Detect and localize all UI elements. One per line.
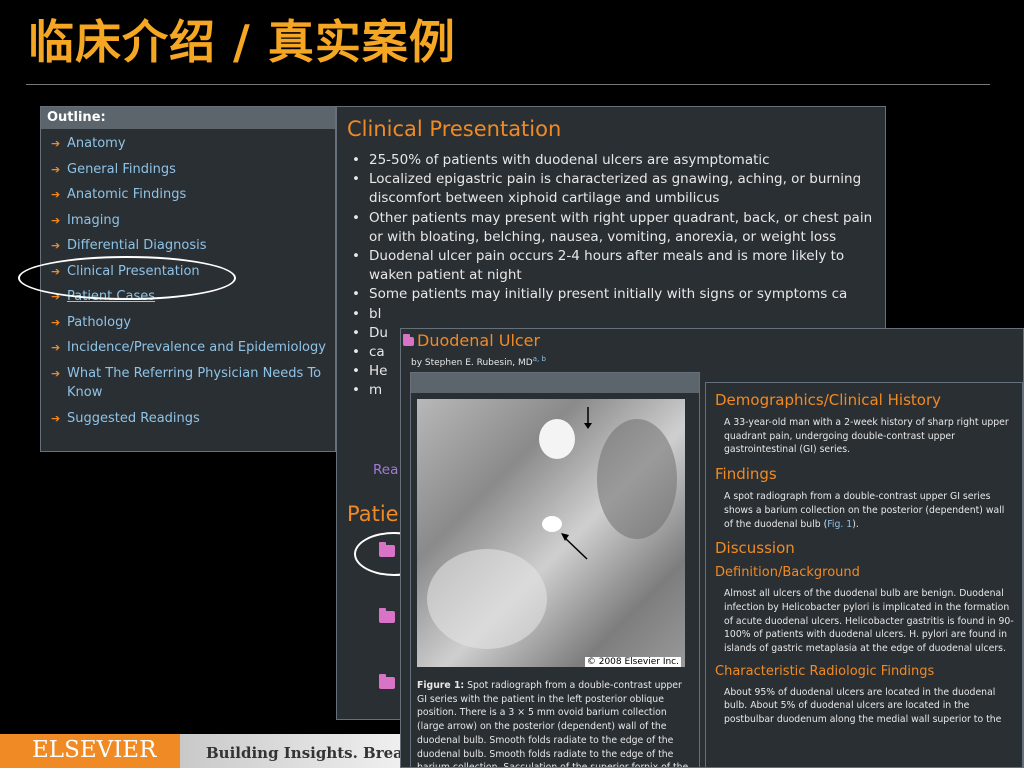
content-heading: Clinical Presentation [347, 117, 562, 141]
arrow-icon: ➔ [51, 315, 61, 329]
findings-text: A spot radiograph from a double-contrast… [724, 491, 1005, 530]
case-panel: Duodenal Ulcer by Stephen E. Rubesin, MD… [400, 328, 1024, 768]
folder-icon[interactable] [379, 674, 395, 689]
outline-item-pathology[interactable]: ➔ Pathology [47, 313, 329, 333]
case-info-panel: Demographics/Clinical History A 33-year-… [705, 382, 1023, 767]
discussion-heading: Discussion [715, 539, 795, 558]
outline-item-general-findings[interactable]: ➔ General Findings [47, 160, 329, 180]
bullet-item: Localized epigastric pain is characteriz… [352, 170, 875, 208]
arrow-icon: ➔ [51, 213, 61, 227]
image-copyright: © 2008 Elsevier Inc. [584, 657, 681, 667]
bullet-item: Duodenal ulcer pain occurs 2-4 hours aft… [352, 247, 875, 285]
outline-item-incidence[interactable]: ➔ Incidence/Prevalence and Epidemiology [47, 338, 329, 358]
arrow-icon: ➔ [51, 366, 61, 380]
outline-item-suggested-readings[interactable]: ➔ Suggested Readings [47, 409, 329, 429]
outline-item-referring-physician[interactable]: ➔ What The Referring Physician Needs To K… [47, 364, 329, 403]
footer-tagline: Building Insights. Breaking E [180, 734, 400, 768]
case-byline: by Stephen E. Rubesin, MDa, b [411, 355, 546, 368]
patient-cases-heading: Patie [347, 502, 399, 526]
folder-icon [403, 334, 414, 346]
arrow-icon: ➔ [51, 411, 61, 425]
bullet-item: Other patients may present with right up… [352, 209, 875, 247]
outline-item-differential-diagnosis[interactable]: ➔ Differential Diagnosis [47, 236, 329, 256]
outline-heading: Outline: [41, 107, 335, 129]
elsevier-logo: ELSEVIER [0, 734, 180, 768]
read-more-link[interactable]: Rea [373, 462, 398, 478]
affiliation-marks[interactable]: a, b [533, 355, 546, 363]
bullet-item: Some patients may initially present init… [352, 285, 875, 304]
findings-heading: Findings [715, 465, 777, 484]
arrow-icon: ➔ [51, 239, 61, 252]
folder-icon[interactable] [379, 608, 395, 623]
figure-toolbar [411, 373, 699, 393]
bullet-item-continued: bl [352, 305, 875, 324]
demographics-text: A 33-year-old man with a 2-week history … [724, 417, 1009, 456]
definition-text: Almost all ulcers of the duodenal bulb a… [724, 588, 1014, 655]
slide-title: 临床介绍 / 真实案例 [28, 15, 456, 69]
figure-label: Figure 1: [417, 680, 465, 691]
demographics-heading: Demographics/Clinical History [715, 391, 941, 409]
figure-caption: Figure 1: Spot radiograph from a double-… [417, 680, 689, 768]
radiograph-image[interactable]: © 2008 Elsevier Inc. [417, 399, 685, 667]
radiologic-heading: Characteristic Radiologic Findings [715, 663, 935, 679]
arrow-icon: ➔ [51, 137, 61, 150]
definition-heading: Definition/Background [715, 565, 860, 581]
outline-item-anatomy[interactable]: ➔ Anatomy [47, 134, 329, 154]
arrow-icon: ➔ [51, 188, 61, 201]
title-divider [26, 84, 990, 85]
bullet-item: 25-50% of patients with duodenal ulcers … [352, 151, 875, 170]
arrow-icon: ➔ [51, 341, 61, 354]
outline-item-imaging[interactable]: ➔ Imaging [47, 211, 329, 231]
case-title: Duodenal Ulcer [417, 331, 541, 350]
arrow-icon: ➔ [51, 162, 61, 176]
radiologic-text: About 95% of duodenal ulcers are located… [724, 686, 1002, 726]
highlight-ellipse [18, 256, 236, 300]
figure-box: © 2008 Elsevier Inc. Figure 1: Spot radi… [410, 372, 700, 768]
figure-link[interactable]: Fig. 1 [827, 519, 852, 530]
outline-item-anatomic-findings[interactable]: ➔ Anatomic Findings [47, 185, 329, 205]
